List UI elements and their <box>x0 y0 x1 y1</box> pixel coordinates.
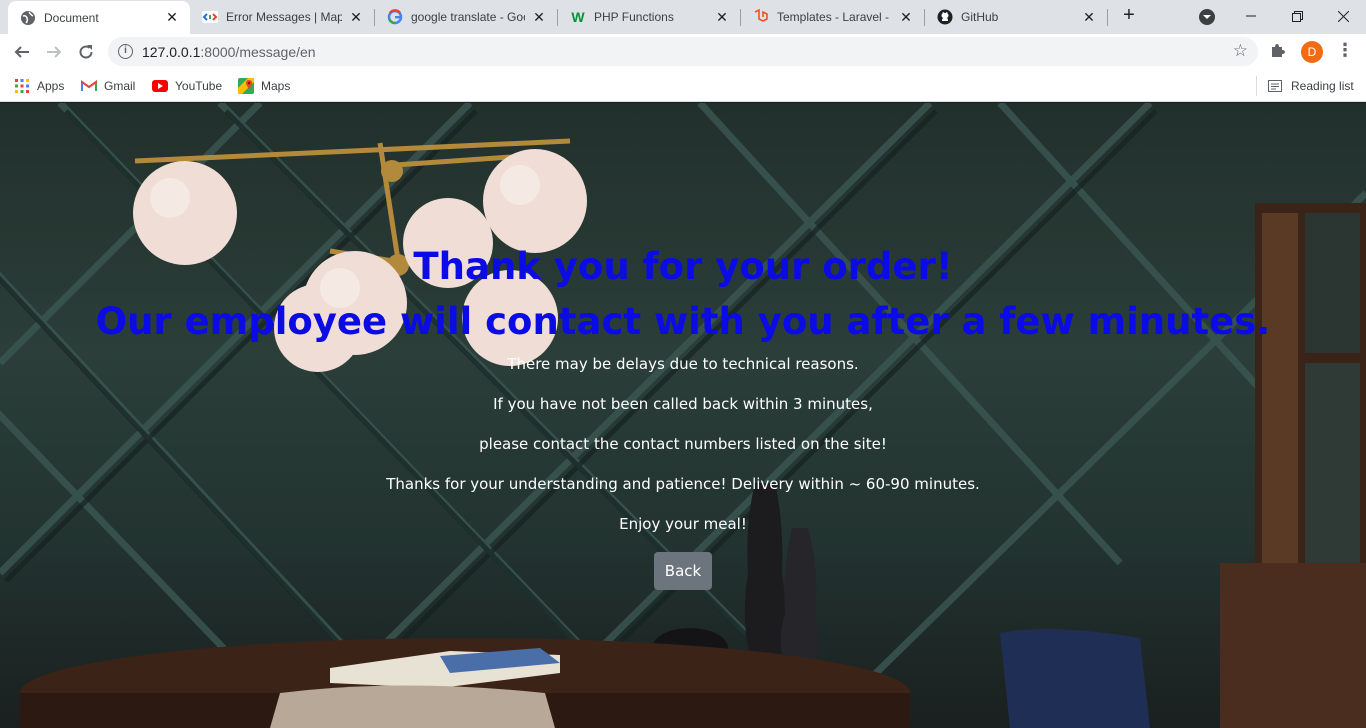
heading-employee-contact: Our employee will contact with you after… <box>95 300 1271 343</box>
tab-title: Document <box>44 10 99 25</box>
github-icon <box>937 9 953 25</box>
message-line: There may be delays due to technical rea… <box>507 355 859 373</box>
tab-php-functions[interactable]: W PHP Functions ✕ <box>558 0 740 34</box>
info-icon[interactable]: i <box>118 44 133 59</box>
back-arrow-icon[interactable] <box>8 38 36 66</box>
globe-icon <box>20 10 36 26</box>
back-button[interactable]: Back <box>654 552 712 590</box>
heading-thank-you: Thank you for your order! <box>413 245 953 288</box>
bookmark-youtube[interactable]: YouTube <box>152 76 222 96</box>
tab-title: PHP Functions <box>594 10 674 24</box>
gmail-icon <box>81 78 97 94</box>
bookmarks-bar: Apps Gmail YouTube Maps Reading list <box>0 70 1366 102</box>
url-path: :8000/message/en <box>200 44 316 60</box>
reading-list[interactable]: Reading list <box>1256 76 1354 96</box>
apps-grid-icon <box>14 78 30 94</box>
reload-icon[interactable] <box>72 38 100 66</box>
code-icon <box>202 9 218 25</box>
google-icon <box>387 9 403 25</box>
bookmark-apps[interactable]: Apps <box>14 76 64 96</box>
browser-toolbar: i 127.0.0.1:8000/message/en ☆ D ⋮ <box>0 34 1366 70</box>
bookmark-label: Maps <box>261 79 291 93</box>
address-bar[interactable]: i 127.0.0.1:8000/message/en ☆ <box>108 37 1258 66</box>
tab-strip: Document ✕ Error Messages | Map ✕ google… <box>0 0 1366 34</box>
new-tab-button[interactable]: + <box>1118 5 1140 27</box>
close-icon[interactable]: ✕ <box>1081 9 1097 25</box>
restore-icon[interactable] <box>1274 0 1320 32</box>
tab-document[interactable]: Document ✕ <box>8 1 190 34</box>
close-icon[interactable]: ✕ <box>714 9 730 25</box>
minimize-icon[interactable] <box>1228 0 1274 32</box>
youtube-icon <box>152 78 168 94</box>
tab-title: GitHub <box>961 10 999 24</box>
close-icon[interactable]: ✕ <box>164 9 180 26</box>
laravel-icon <box>753 9 769 25</box>
close-icon[interactable]: ✕ <box>348 9 364 25</box>
tab-google-translate[interactable]: google translate - Goo ✕ <box>375 0 557 34</box>
tab-divider <box>1107 9 1108 26</box>
url-text: 127.0.0.1:8000/message/en <box>142 44 316 60</box>
tab-search-icon[interactable] <box>1199 9 1215 25</box>
message-line: Thanks for your understanding and patien… <box>386 475 980 493</box>
bookmark-label: Apps <box>37 79 65 93</box>
bookmark-maps[interactable]: Maps <box>238 76 290 96</box>
url-host: 127.0.0.1 <box>142 44 201 60</box>
message-line: If you have not been called back within … <box>493 395 873 413</box>
close-icon[interactable]: ✕ <box>898 9 914 25</box>
message-line: Enjoy your meal! <box>619 515 747 533</box>
background-photo <box>0 103 1366 728</box>
close-icon[interactable]: ✕ <box>531 9 547 25</box>
bookmark-label: Gmail <box>104 79 136 93</box>
tab-laravel-templates[interactable]: Templates - Laravel - T ✕ <box>741 0 924 34</box>
tab-error-messages[interactable]: Error Messages | Map ✕ <box>190 0 374 34</box>
tab-title: Error Messages | Map <box>226 10 342 24</box>
menu-dots-icon[interactable]: ⋮ <box>1336 40 1354 62</box>
page-viewport: Thank you for your order! Our employee w… <box>0 103 1366 728</box>
tab-title: Templates - Laravel - T <box>777 10 892 24</box>
maps-icon <box>238 78 254 94</box>
window-close-icon[interactable] <box>1320 0 1366 32</box>
forward-arrow-icon[interactable] <box>40 38 68 66</box>
bookmark-gmail[interactable]: Gmail <box>81 76 135 96</box>
reading-list-label: Reading list <box>1291 79 1354 93</box>
extensions-puzzle-icon[interactable] <box>1270 42 1286 63</box>
message-line: please contact the contact numbers liste… <box>479 435 887 453</box>
reading-list-icon <box>1267 78 1283 94</box>
tab-title: google translate - Goo <box>411 10 525 24</box>
tab-github[interactable]: GitHub ✕ <box>925 0 1107 34</box>
bookmark-label: YouTube <box>175 79 223 93</box>
profile-avatar[interactable]: D <box>1301 41 1323 63</box>
bookmark-star-icon[interactable]: ☆ <box>1233 41 1248 61</box>
w-icon: W <box>571 9 585 25</box>
